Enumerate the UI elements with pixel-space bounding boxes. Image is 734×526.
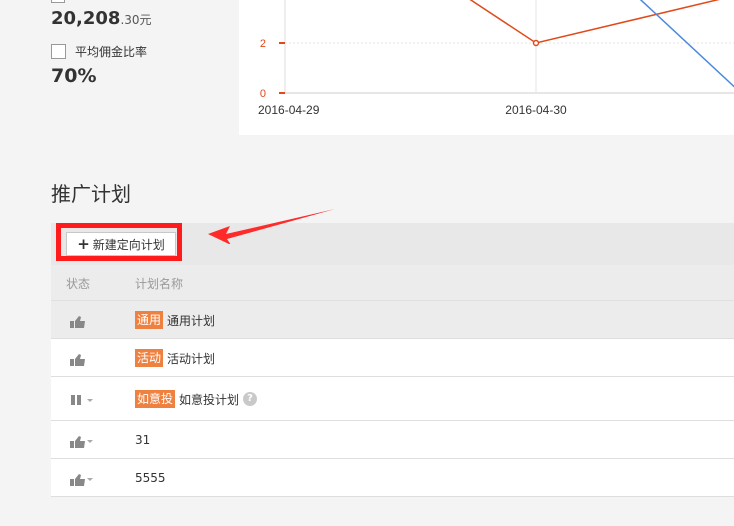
- table-row[interactable]: 活动 活动计划: [51, 339, 734, 377]
- avg-rate-label: 平均佣金比率: [75, 45, 148, 59]
- thumb-icon[interactable]: [67, 433, 97, 449]
- row-name: 5555: [135, 471, 166, 485]
- y-tick-label: 2: [260, 38, 266, 50]
- plan-name[interactable]: 通用计划: [167, 312, 215, 329]
- header-status: 状态: [66, 277, 91, 291]
- commission-amount-int: 20,208: [51, 8, 121, 29]
- thumb-icon[interactable]: [67, 471, 97, 487]
- plan-name[interactable]: 如意投计划: [179, 391, 239, 408]
- help-icon[interactable]: ?: [243, 392, 258, 406]
- series-line: [469, 0, 720, 44]
- plus-icon: +: [77, 234, 90, 253]
- new-plan-label: 新建定向计划: [92, 237, 165, 252]
- plan-tag: 如意投: [135, 390, 176, 408]
- pause-icon[interactable]: [67, 392, 97, 408]
- series-line: [639, 0, 734, 88]
- table-row[interactable]: 如意投 如意投计划 ?: [51, 377, 734, 421]
- x-tick-label: 2016-04-29: [258, 103, 320, 117]
- checkbox-avg-rate[interactable]: [51, 44, 66, 59]
- header-name: 计划名称: [135, 277, 184, 291]
- table-row[interactable]: 5555: [51, 459, 734, 497]
- plan-name[interactable]: 31: [135, 433, 150, 447]
- section-title: 推广计划: [51, 182, 131, 206]
- table-row[interactable]: 通用 通用计划: [51, 301, 734, 339]
- plan-name[interactable]: 活动计划: [167, 350, 215, 367]
- row-name: 31: [135, 433, 150, 447]
- thumb-icon[interactable]: [67, 351, 97, 367]
- row-name: 通用 通用计划: [135, 311, 215, 329]
- trend-chart: 022016-04-292016-04-302016-: [239, 0, 734, 135]
- plan-tag: 通用: [135, 311, 164, 329]
- y-tick-label: 0: [260, 88, 266, 100]
- plan-name[interactable]: 5555: [135, 471, 166, 485]
- annotation-arrow-icon: [208, 209, 335, 244]
- data-point: [532, 39, 540, 47]
- thumb-icon[interactable]: [67, 313, 97, 329]
- x-tick-label: 2016-04-30: [505, 103, 567, 117]
- plan-tag: 活动: [135, 349, 164, 367]
- checkbox-commission-amount[interactable]: [51, 0, 65, 3]
- commission-amount-dec: .30元: [120, 13, 152, 27]
- chart-svg: 022016-04-292016-04-302016-: [258, 0, 734, 117]
- table-row[interactable]: 31: [51, 421, 734, 459]
- row-name: 活动 活动计划: [135, 349, 215, 367]
- avg-rate-value: 70%: [51, 65, 97, 87]
- commission-amount: 20,208.30元: [51, 8, 152, 29]
- row-name: 如意投 如意投计划 ?: [135, 390, 258, 408]
- table-header: 状态 计划名称: [51, 265, 734, 301]
- new-plan-button[interactable]: + 新建定向计划: [66, 232, 176, 256]
